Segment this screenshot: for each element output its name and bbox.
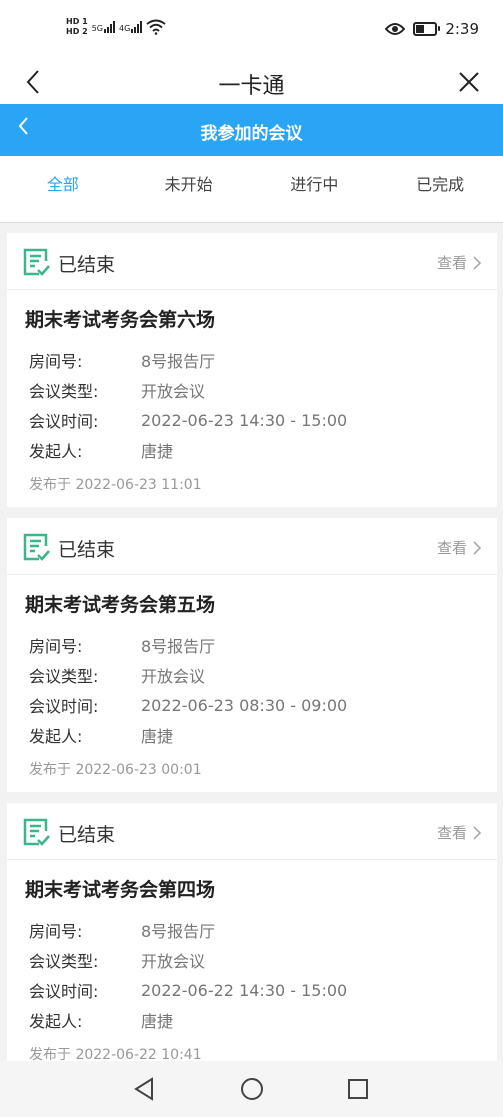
type-value: 开放会议 bbox=[141, 667, 206, 686]
meeting-title: 期末考试考务会第六场 bbox=[25, 309, 216, 331]
close-icon[interactable] bbox=[453, 66, 485, 98]
card-header: 已结束 查看 bbox=[7, 233, 497, 290]
room-row: 房间号: 8号报告厅 bbox=[25, 915, 497, 945]
time-row: 会议时间: 2022-06-23 14:30 - 15:00 bbox=[25, 405, 497, 435]
view-label: 查看 bbox=[436, 254, 467, 272]
card-header: 已结束 查看 bbox=[7, 803, 497, 860]
room-label: 房间号: bbox=[29, 922, 83, 941]
checklist-icon bbox=[23, 818, 50, 846]
organizer-label: 发起人: bbox=[29, 727, 83, 746]
organizer-label: 发起人: bbox=[29, 1012, 83, 1031]
published-time: 发布于 2022-06-23 11:01 bbox=[29, 477, 202, 493]
hd-indicator: HD 1 HD 2 bbox=[66, 17, 88, 37]
card-header: 已结束 查看 bbox=[7, 518, 497, 575]
room-label: 房间号: bbox=[29, 637, 83, 656]
signal-icon: 5G bbox=[92, 21, 115, 33]
eye-icon bbox=[385, 23, 406, 35]
time-label: 会议时间: bbox=[29, 982, 99, 1001]
filter-tabs: 全部 未开始 进行中 已完成 bbox=[0, 156, 503, 223]
chevron-right-icon bbox=[473, 540, 481, 555]
organizer-value: 唐捷 bbox=[141, 1012, 174, 1031]
clock: 2:39 bbox=[445, 20, 479, 38]
section-header: 我参加的会议 bbox=[0, 104, 503, 156]
system-nav-bar bbox=[0, 1061, 503, 1117]
tab-in-progress[interactable]: 进行中 bbox=[252, 156, 378, 222]
status-label: 已结束 bbox=[58, 254, 116, 276]
chevron-right-icon bbox=[473, 825, 481, 840]
room-row: 房间号: 8号报告厅 bbox=[25, 630, 497, 660]
organizer-value: 唐捷 bbox=[141, 727, 174, 746]
organizer-row: 发起人: 唐捷 bbox=[25, 1005, 497, 1035]
room-label: 房间号: bbox=[29, 352, 83, 371]
tab-all[interactable]: 全部 bbox=[0, 156, 126, 222]
type-value: 开放会议 bbox=[141, 382, 206, 401]
checklist-icon bbox=[23, 533, 50, 561]
time-value: 2022-06-23 08:30 - 09:00 bbox=[141, 695, 348, 715]
home-circle-icon[interactable] bbox=[238, 1075, 266, 1103]
page-title: 一卡通 bbox=[218, 74, 285, 99]
organizer-row: 发起人: 唐捷 bbox=[25, 435, 497, 465]
hd2-label: HD 2 bbox=[66, 27, 88, 36]
time-label: 会议时间: bbox=[29, 697, 99, 716]
meeting-title: 期末考试考务会第四场 bbox=[25, 879, 216, 901]
app-navbar: 一卡通 bbox=[0, 60, 503, 104]
type-row: 会议类型: 开放会议 bbox=[25, 660, 497, 690]
time-row: 会议时间: 2022-06-23 08:30 - 09:00 bbox=[25, 690, 497, 720]
sig2-label: 4G bbox=[118, 24, 131, 33]
time-value: 2022-06-22 14:30 - 15:00 bbox=[141, 980, 348, 1000]
status-label: 已结束 bbox=[58, 824, 116, 846]
network-indicators: HD 1 HD 2 5G 4G bbox=[66, 17, 166, 37]
back-triangle-icon[interactable] bbox=[130, 1075, 158, 1103]
type-label: 会议类型: bbox=[29, 667, 99, 686]
signal-icon: 4G bbox=[118, 21, 143, 33]
status-bar: HD 1 HD 2 5G 4G 2:39 bbox=[0, 0, 503, 60]
battery-icon bbox=[413, 22, 441, 36]
sig1-label: 5G bbox=[91, 24, 103, 33]
room-row: 房间号: 8号报告厅 bbox=[25, 345, 497, 375]
meeting-card[interactable]: 已结束 查看 期末考试考务会第四场 房间号: 8号报告厅 会议类型: 开放会议 会议… bbox=[7, 803, 497, 1061]
view-link[interactable]: 查看 bbox=[437, 822, 481, 843]
published-time: 发布于 2022-06-22 10:41 bbox=[29, 1047, 202, 1061]
room-value: 8号报告厅 bbox=[141, 352, 216, 371]
meeting-card[interactable]: 已结束 查看 期末考试考务会第五场 房间号: 8号报告厅 会议类型: 开放会议 会议… bbox=[7, 518, 497, 792]
status-label: 已结束 bbox=[58, 539, 116, 561]
view-link[interactable]: 查看 bbox=[437, 537, 481, 558]
view-label: 查看 bbox=[436, 539, 467, 557]
room-value: 8号报告厅 bbox=[141, 637, 216, 656]
type-row: 会议类型: 开放会议 bbox=[25, 375, 497, 405]
tab-not-started[interactable]: 未开始 bbox=[126, 156, 252, 222]
time-value: 2022-06-23 14:30 - 15:00 bbox=[141, 410, 348, 430]
tab-completed[interactable]: 已完成 bbox=[377, 156, 503, 222]
organizer-row: 发起人: 唐捷 bbox=[25, 720, 497, 750]
organizer-label: 发起人: bbox=[29, 442, 83, 461]
hd1-label: HD 1 bbox=[66, 17, 88, 26]
meeting-card[interactable]: 已结束 查看 期末考试考务会第六场 房间号: 8号报告厅 会议类型: 开放会议 会议… bbox=[7, 233, 497, 507]
type-label: 会议类型: bbox=[29, 952, 99, 971]
room-value: 8号报告厅 bbox=[141, 922, 216, 941]
type-row: 会议类型: 开放会议 bbox=[25, 945, 497, 975]
published-time: 发布于 2022-06-23 00:01 bbox=[29, 762, 202, 778]
meeting-title: 期末考试考务会第五场 bbox=[25, 594, 216, 616]
type-label: 会议类型: bbox=[29, 382, 99, 401]
system-indicators: 2:39 bbox=[385, 20, 479, 38]
section-title: 我参加的会议 bbox=[200, 124, 303, 144]
view-link[interactable]: 查看 bbox=[437, 252, 481, 273]
checklist-icon bbox=[23, 248, 50, 276]
chevron-right-icon bbox=[473, 255, 481, 270]
time-row: 会议时间: 2022-06-22 14:30 - 15:00 bbox=[25, 975, 497, 1005]
time-label: 会议时间: bbox=[29, 412, 99, 431]
wifi-icon bbox=[146, 19, 166, 35]
recents-square-icon[interactable] bbox=[344, 1075, 372, 1103]
view-label: 查看 bbox=[436, 824, 467, 842]
type-value: 开放会议 bbox=[141, 952, 206, 971]
organizer-value: 唐捷 bbox=[141, 442, 174, 461]
